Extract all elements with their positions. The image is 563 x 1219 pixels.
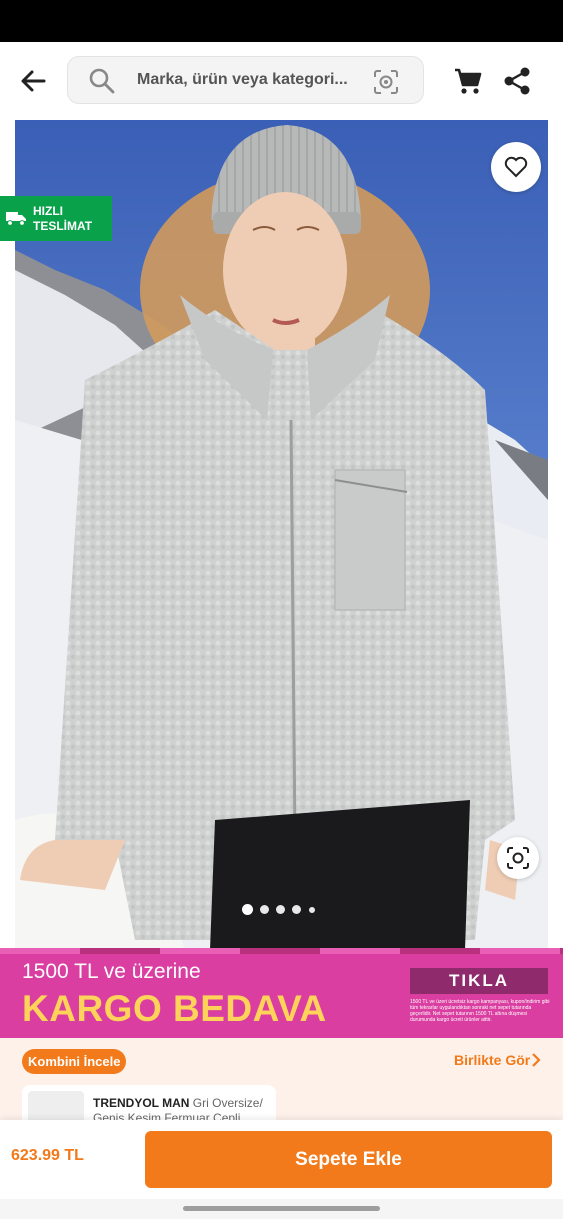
heart-icon bbox=[504, 156, 528, 178]
system-nav-bar bbox=[0, 1199, 563, 1219]
product-image-gallery[interactable] bbox=[15, 120, 548, 950]
fast-delivery-badge: HIZLI TESLİMAT bbox=[0, 196, 112, 241]
badge-line-1: HIZLI bbox=[33, 204, 63, 218]
arrow-left-icon bbox=[21, 70, 46, 92]
search-icon bbox=[89, 68, 115, 94]
combo-brand: TRENDYOL MAN bbox=[93, 1096, 190, 1110]
share-icon bbox=[504, 67, 530, 95]
combo-thumbnail bbox=[28, 1091, 84, 1120]
pagination-dot[interactable] bbox=[242, 904, 253, 915]
search-input[interactable]: Marka, ürün veya kategori... bbox=[67, 56, 424, 104]
cart-button[interactable] bbox=[453, 66, 483, 96]
share-button[interactable] bbox=[503, 66, 531, 96]
pagination-dot[interactable] bbox=[292, 905, 301, 914]
combo-product-card[interactable]: TRENDYOL MAN Gri Oversize/ Geniş Kesim F… bbox=[22, 1085, 276, 1120]
combo-inspect-button[interactable]: Kombini İncele bbox=[22, 1049, 127, 1074]
banner-line-2: KARGO BEDAVA bbox=[22, 988, 327, 1029]
gallery-pagination bbox=[242, 904, 332, 916]
camera-lens-icon[interactable] bbox=[372, 68, 400, 96]
banner-fine-print: 1500 TL ve üzeri ücretsiz kargo kampanya… bbox=[410, 999, 550, 1023]
banner-cta-button[interactable]: TIKLA bbox=[410, 968, 548, 994]
bottom-action-bar: 623.99 TL Sepete Ekle bbox=[0, 1120, 563, 1199]
top-bar: Marka, ürün veya kategori... bbox=[0, 42, 563, 120]
lens-icon bbox=[507, 847, 529, 869]
combo-section: Kombini İncele Birlikte Gör TRENDYOL MAN… bbox=[0, 1038, 563, 1120]
combo-product-name: TRENDYOL MAN Gri Oversize/ Geniş Kesim F… bbox=[93, 1096, 273, 1120]
pagination-dot[interactable] bbox=[276, 905, 285, 914]
product-price: 623.99 TL bbox=[11, 1147, 84, 1164]
add-to-cart-button[interactable]: Sepete Ekle bbox=[145, 1131, 552, 1188]
pagination-dot[interactable] bbox=[260, 905, 269, 914]
favorite-button[interactable] bbox=[491, 142, 541, 192]
cart-icon bbox=[455, 68, 482, 94]
truck-icon bbox=[6, 212, 26, 226]
product-photo bbox=[15, 120, 548, 950]
pagination-dot[interactable] bbox=[309, 907, 315, 913]
search-placeholder: Marka, ürün veya kategori... bbox=[137, 71, 348, 88]
home-gesture-handle[interactable] bbox=[183, 1206, 380, 1211]
visual-search-button[interactable] bbox=[497, 837, 539, 879]
status-bar bbox=[0, 0, 563, 42]
banner-line-1: 1500 TL ve üzerine bbox=[22, 960, 201, 983]
see-together-link[interactable]: Birlikte Gör bbox=[454, 1052, 530, 1068]
free-shipping-banner[interactable]: 1500 TL ve üzerine KARGO BEDAVA TIKLA 15… bbox=[0, 948, 563, 1038]
banner-stripe bbox=[0, 948, 563, 954]
back-button[interactable] bbox=[18, 66, 48, 96]
chevron-right-icon bbox=[532, 1053, 541, 1067]
badge-line-2: TESLİMAT bbox=[33, 219, 93, 233]
